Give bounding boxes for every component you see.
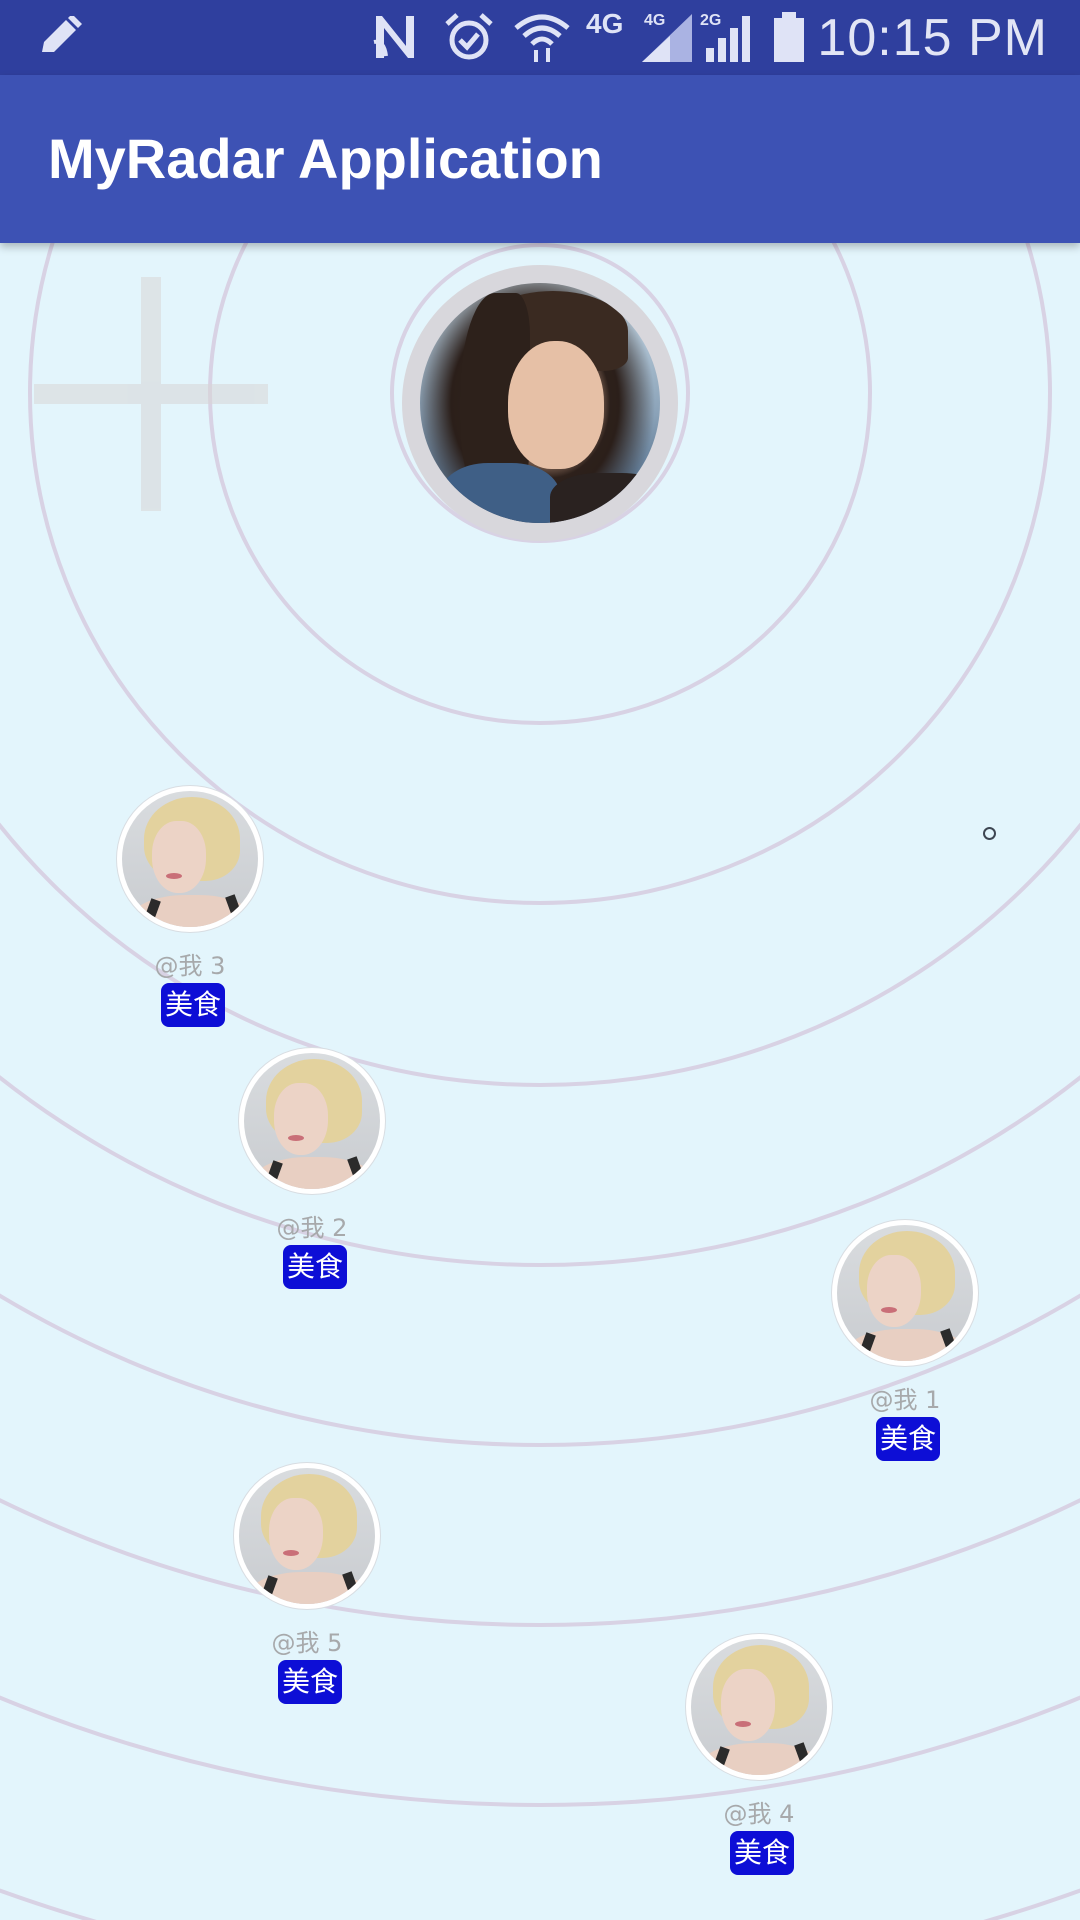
alarm-icon [444,12,494,67]
node-avatar[interactable] [686,1634,832,1780]
node-avatar[interactable] [117,786,263,932]
node-name: @我 3 [154,952,226,980]
radar-node[interactable]: @我 2 美食 [212,1048,412,1298]
edit-icon [38,14,84,63]
app-bar: MyRadar Application [0,75,1080,243]
signal-2g-label: 2G [700,12,722,29]
node-name: @我 2 [276,1214,348,1242]
node-tag[interactable]: 美食 [278,1660,342,1704]
status-bar: 4G 4G 2G 10:15 PM [0,0,1080,75]
signal-4g-label: 4G [644,12,666,29]
node-tag[interactable]: 美食 [283,1245,347,1289]
node-name: @我 1 [869,1386,941,1414]
node-tag[interactable]: 美食 [876,1417,940,1461]
radar-view[interactable]: @我 3 美食 @我 2 美食 @我 1 美食 @我 5 美食 @我 4 美食 [0,243,1080,1920]
nfc-icon [372,12,418,67]
radar-node[interactable]: @我 1 美食 [805,1220,1005,1470]
app-title: MyRadar Application [48,127,603,190]
user-photo [420,283,660,523]
node-tag[interactable]: 美食 [730,1831,794,1875]
wifi-icon [514,12,570,69]
status-clock: 10:15 PM [817,9,1048,67]
scan-crosshair [34,277,268,511]
battery-icon [772,12,806,67]
radar-node[interactable]: @我 3 美食 [90,786,290,1036]
node-avatar[interactable] [234,1463,380,1609]
network-type-label: 4G [586,8,624,39]
node-avatar[interactable] [832,1220,978,1366]
radar-node[interactable]: @我 4 美食 [659,1634,859,1884]
node-tag[interactable]: 美食 [161,983,225,1027]
node-name: @我 5 [271,1629,343,1657]
node-name: @我 4 [723,1800,795,1828]
radar-node[interactable]: @我 5 美食 [207,1463,407,1713]
user-avatar-center[interactable] [402,265,678,541]
node-avatar[interactable] [239,1048,385,1194]
radar-dot [983,827,996,840]
